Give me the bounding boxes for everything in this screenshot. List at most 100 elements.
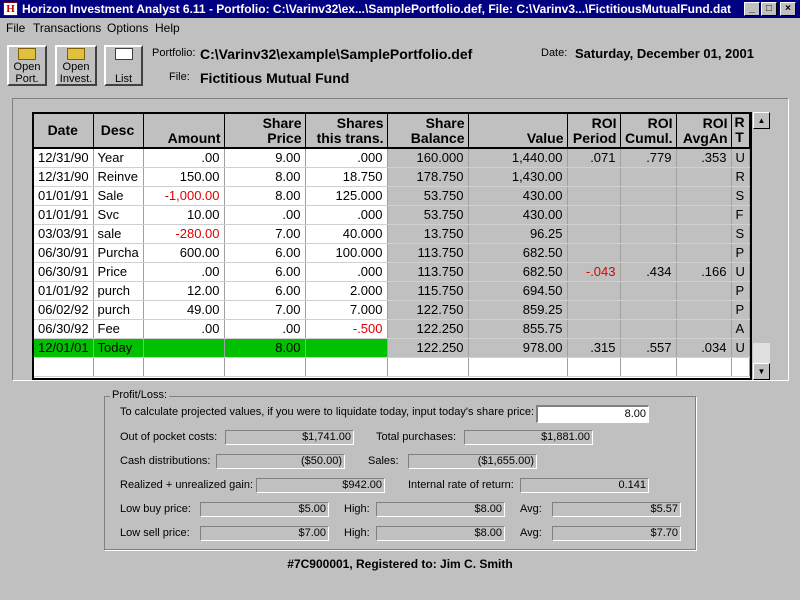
title-bar[interactable]: H Horizon Investment Analyst 6.11 - Port…: [0, 0, 800, 18]
maximize-button[interactable]: □: [761, 2, 777, 16]
scroll-up-button[interactable]: ▲: [753, 112, 770, 129]
cell-rt[interactable]: S: [731, 186, 750, 206]
column-header-roi-period[interactable]: ROI Period: [567, 114, 621, 149]
list-button[interactable]: List: [104, 45, 143, 86]
cell-desc[interactable]: Sale: [93, 186, 144, 206]
cell-desc[interactable]: Svc: [93, 205, 144, 225]
cell-date[interactable]: 03/03/91: [34, 224, 94, 244]
table-row[interactable]: 06/30/91 Price .00 6.00.000 113.750 682.50 -.0…: [34, 262, 750, 282]
cell-shares[interactable]: 40.000: [305, 224, 388, 244]
table-row[interactable]: 01/01/92 purch 12.00 6.00 2.000 115.750 694.50…: [34, 281, 750, 301]
cell-roi-period[interactable]: [567, 205, 621, 225]
cell-rt[interactable]: P: [731, 281, 750, 301]
cell-roi-period[interactable]: [567, 167, 621, 187]
cell-date[interactable]: 01/01/91: [34, 205, 94, 225]
open-investment-button[interactable]: Open Invest.: [55, 45, 97, 86]
cell-amount[interactable]: -280.00: [143, 224, 225, 244]
cell-desc[interactable]: purch: [93, 300, 144, 320]
empty-cell[interactable]: [567, 357, 621, 377]
column-header-share-balance[interactable]: Share Balance: [387, 114, 469, 149]
cell-shares[interactable]: .000: [305, 205, 388, 225]
cell-value[interactable]: 430.00: [468, 205, 568, 225]
cell-roi-period[interactable]: .071: [567, 148, 621, 168]
cell-roi-avg[interactable]: [676, 243, 732, 263]
cell-shares[interactable]: 7.000: [305, 300, 388, 320]
cell-shares[interactable]: 100.000: [305, 243, 388, 263]
table-row[interactable]: 12/31/90 Year .00 9.00.000 160.000 1,440.00.0…: [34, 148, 750, 168]
cell-price[interactable]: 7.00: [224, 224, 306, 244]
cell-balance[interactable]: 53.750: [387, 205, 469, 225]
cell-balance[interactable]: 115.750: [387, 281, 469, 301]
cell-balance[interactable]: 113.750: [387, 262, 469, 282]
cell-rt[interactable]: U: [731, 262, 750, 282]
cell-rt[interactable]: R: [731, 167, 750, 187]
cell-shares[interactable]: .000: [305, 262, 388, 282]
cell-value[interactable]: 96.25: [468, 224, 568, 244]
table-row[interactable]: 12/01/01 Today 8.00 122.250 978.00.315.557.0…: [34, 338, 750, 358]
table-row[interactable]: 06/02/92 purch 49.00 7.00 7.000 122.750 859.25…: [34, 300, 750, 320]
cell-roi-avg[interactable]: [676, 300, 732, 320]
empty-row[interactable]: [34, 357, 750, 377]
table-row[interactable]: 06/30/92 Fee .00.00 -.500 122.250 855.75 A: [34, 319, 750, 339]
empty-cell[interactable]: [731, 357, 750, 377]
cell-roi-avg[interactable]: .034: [676, 338, 732, 358]
cell-desc[interactable]: Fee: [93, 319, 144, 339]
cell-roi-cumul[interactable]: [620, 300, 677, 320]
column-header-date[interactable]: Date: [34, 114, 94, 149]
cell-price[interactable]: 8.00: [224, 186, 306, 206]
cell-roi-cumul[interactable]: [620, 243, 677, 263]
cell-desc[interactable]: Price: [93, 262, 144, 282]
cell-balance[interactable]: 53.750: [387, 186, 469, 206]
cell-roi-cumul[interactable]: [620, 186, 677, 206]
cell-amount[interactable]: .00: [143, 148, 225, 168]
cell-roi-avg[interactable]: [676, 319, 732, 339]
cell-roi-cumul[interactable]: .557: [620, 338, 677, 358]
cell-balance[interactable]: 113.750: [387, 243, 469, 263]
cell-price[interactable]: 6.00: [224, 281, 306, 301]
column-header-share-price[interactable]: Share Price: [224, 114, 306, 149]
cell-amount[interactable]: -1,000.00: [143, 186, 225, 206]
cell-roi-avg[interactable]: [676, 205, 732, 225]
cell-value[interactable]: 978.00: [468, 338, 568, 358]
cell-rt[interactable]: P: [731, 300, 750, 320]
transactions-grid[interactable]: Date Desc Amount Share Price Shares this trans…: [32, 112, 752, 380]
scroll-thumb[interactable]: [753, 129, 770, 343]
cell-desc[interactable]: Year: [93, 148, 144, 168]
cell-date[interactable]: 12/31/90: [34, 148, 94, 168]
cell-value[interactable]: 430.00: [468, 186, 568, 206]
cell-shares[interactable]: [305, 338, 388, 358]
scroll-down-button[interactable]: ▼: [753, 363, 770, 380]
open-portfolio-button[interactable]: Open Port.: [7, 45, 47, 86]
cell-price[interactable]: 8.00: [224, 167, 306, 187]
cell-price[interactable]: 7.00: [224, 300, 306, 320]
cell-amount[interactable]: 150.00: [143, 167, 225, 187]
cell-amount[interactable]: 12.00: [143, 281, 225, 301]
table-row[interactable]: 12/31/90 Reinve 150.00 8.00 18.750 178.750 1,4…: [34, 167, 750, 187]
cell-value[interactable]: 1,430.00: [468, 167, 568, 187]
table-row[interactable]: 03/03/91 sale -280.00 7.00 40.000 13.750 96.25…: [34, 224, 750, 244]
menu-options[interactable]: Options: [107, 21, 148, 35]
column-header-roi-avgan[interactable]: ROI AvgAn: [676, 114, 732, 149]
cell-desc[interactable]: Purcha: [93, 243, 144, 263]
empty-cell[interactable]: [34, 357, 94, 377]
cell-roi-period[interactable]: [567, 319, 621, 339]
cell-price[interactable]: 9.00: [224, 148, 306, 168]
cell-amount[interactable]: 49.00: [143, 300, 225, 320]
cell-roi-avg[interactable]: [676, 186, 732, 206]
app-icon[interactable]: H: [3, 2, 18, 16]
empty-cell[interactable]: [676, 357, 732, 377]
cell-value[interactable]: 855.75: [468, 319, 568, 339]
cell-roi-avg[interactable]: [676, 224, 732, 244]
vertical-scrollbar[interactable]: ▲ ▼: [753, 112, 770, 380]
column-header-value[interactable]: Value: [468, 114, 568, 149]
cell-roi-period[interactable]: -.043: [567, 262, 621, 282]
table-row[interactable]: 06/30/91 Purcha 600.00 6.00 100.000 113.750 68…: [34, 243, 750, 263]
menu-help[interactable]: Help: [155, 21, 180, 35]
cell-shares[interactable]: 2.000: [305, 281, 388, 301]
cell-roi-period[interactable]: .315: [567, 338, 621, 358]
cell-date[interactable]: 12/01/01: [34, 338, 94, 358]
table-row[interactable]: 01/01/91 Sale -1,000.00 8.00 125.000 53.750 43…: [34, 186, 750, 206]
cell-desc[interactable]: purch: [93, 281, 144, 301]
cell-rt[interactable]: F: [731, 205, 750, 225]
empty-cell[interactable]: [143, 357, 225, 377]
